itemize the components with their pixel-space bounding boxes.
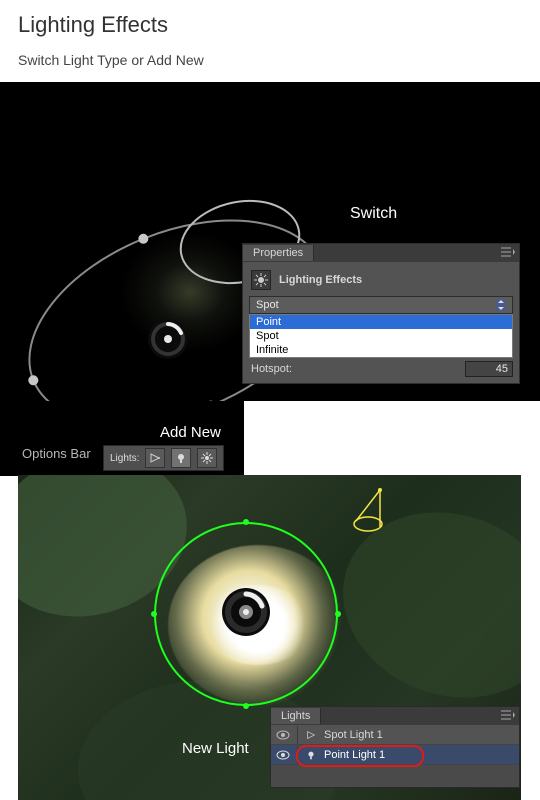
- properties-panel: Properties Lighting Effects Spot Point S…: [242, 243, 520, 384]
- light-row-name: Point Light 1: [324, 749, 385, 761]
- hotspot-value[interactable]: 45: [465, 361, 513, 377]
- visibility-toggle[interactable]: [275, 750, 291, 760]
- visibility-toggle[interactable]: [275, 730, 291, 740]
- add-spot-light-button[interactable]: [145, 448, 165, 468]
- hotspot-row: Hotspot: 45: [249, 358, 513, 377]
- radius-handle-top[interactable]: [243, 519, 249, 525]
- panel-header-label: Lighting Effects: [279, 274, 362, 286]
- spot-light-icon: [304, 728, 318, 742]
- lights-panel: Lights Spot Light 1 Point Light 1: [270, 706, 520, 788]
- light-intensity-knob[interactable]: [220, 586, 272, 638]
- panel-tab-row: Lights: [271, 707, 519, 725]
- panel-tab-row: Properties: [243, 244, 519, 262]
- dropdown-selected-label: Spot: [256, 299, 279, 311]
- dropdown-option-spot[interactable]: Spot: [250, 329, 512, 343]
- options-bar-label: Options Bar: [22, 446, 91, 461]
- add-infinite-light-button[interactable]: [197, 448, 217, 468]
- new-light-label: New Light: [182, 740, 249, 757]
- leaf-shape: [317, 483, 521, 727]
- lights-tab[interactable]: Lights: [271, 708, 321, 724]
- infinite-light-icon: [200, 451, 214, 465]
- dropdown-option-infinite[interactable]: Infinite: [250, 343, 512, 357]
- point-light-icon: [304, 748, 318, 762]
- light-type-dropdown[interactable]: Spot: [249, 296, 513, 314]
- dropdown-option-point[interactable]: Point: [250, 315, 512, 329]
- eye-icon: [276, 730, 290, 740]
- add-new-label: Add New: [160, 424, 221, 441]
- spot-light-icon: [148, 451, 162, 465]
- lighting-effects-icon: [251, 270, 271, 290]
- light-row-point[interactable]: Point Light 1: [271, 745, 519, 765]
- hotspot-label: Hotspot:: [251, 363, 292, 375]
- radius-handle-bottom[interactable]: [243, 703, 249, 709]
- radius-handle-left[interactable]: [151, 611, 157, 617]
- properties-tab[interactable]: Properties: [243, 245, 314, 261]
- panel-footer: [271, 765, 519, 787]
- point-light-icon: [174, 451, 188, 465]
- panel-menu-icon[interactable]: [501, 710, 515, 720]
- panel-menu-icon[interactable]: [501, 247, 515, 257]
- radius-handle-right[interactable]: [335, 611, 341, 617]
- light-intensity-knob[interactable]: [146, 317, 190, 361]
- light-type-dropdown-list: Point Spot Infinite: [249, 314, 513, 358]
- add-point-light-button[interactable]: [171, 448, 191, 468]
- spot-light-indicator[interactable]: [350, 484, 400, 534]
- light-row-spot[interactable]: Spot Light 1: [271, 725, 519, 745]
- separator: [297, 726, 298, 744]
- dropdown-arrows-icon: [496, 299, 506, 311]
- panel-header: Lighting Effects: [249, 268, 513, 296]
- lights-toolbar-label: Lights:: [110, 453, 139, 464]
- lights-toolbar: Lights:: [103, 445, 224, 471]
- switch-label: Switch: [350, 205, 397, 223]
- page-subtitle: Switch Light Type or Add New: [0, 38, 540, 68]
- light-row-name: Spot Light 1: [324, 729, 383, 741]
- page-title: Lighting Effects: [0, 0, 540, 38]
- eye-icon: [276, 750, 290, 760]
- separator: [297, 746, 298, 764]
